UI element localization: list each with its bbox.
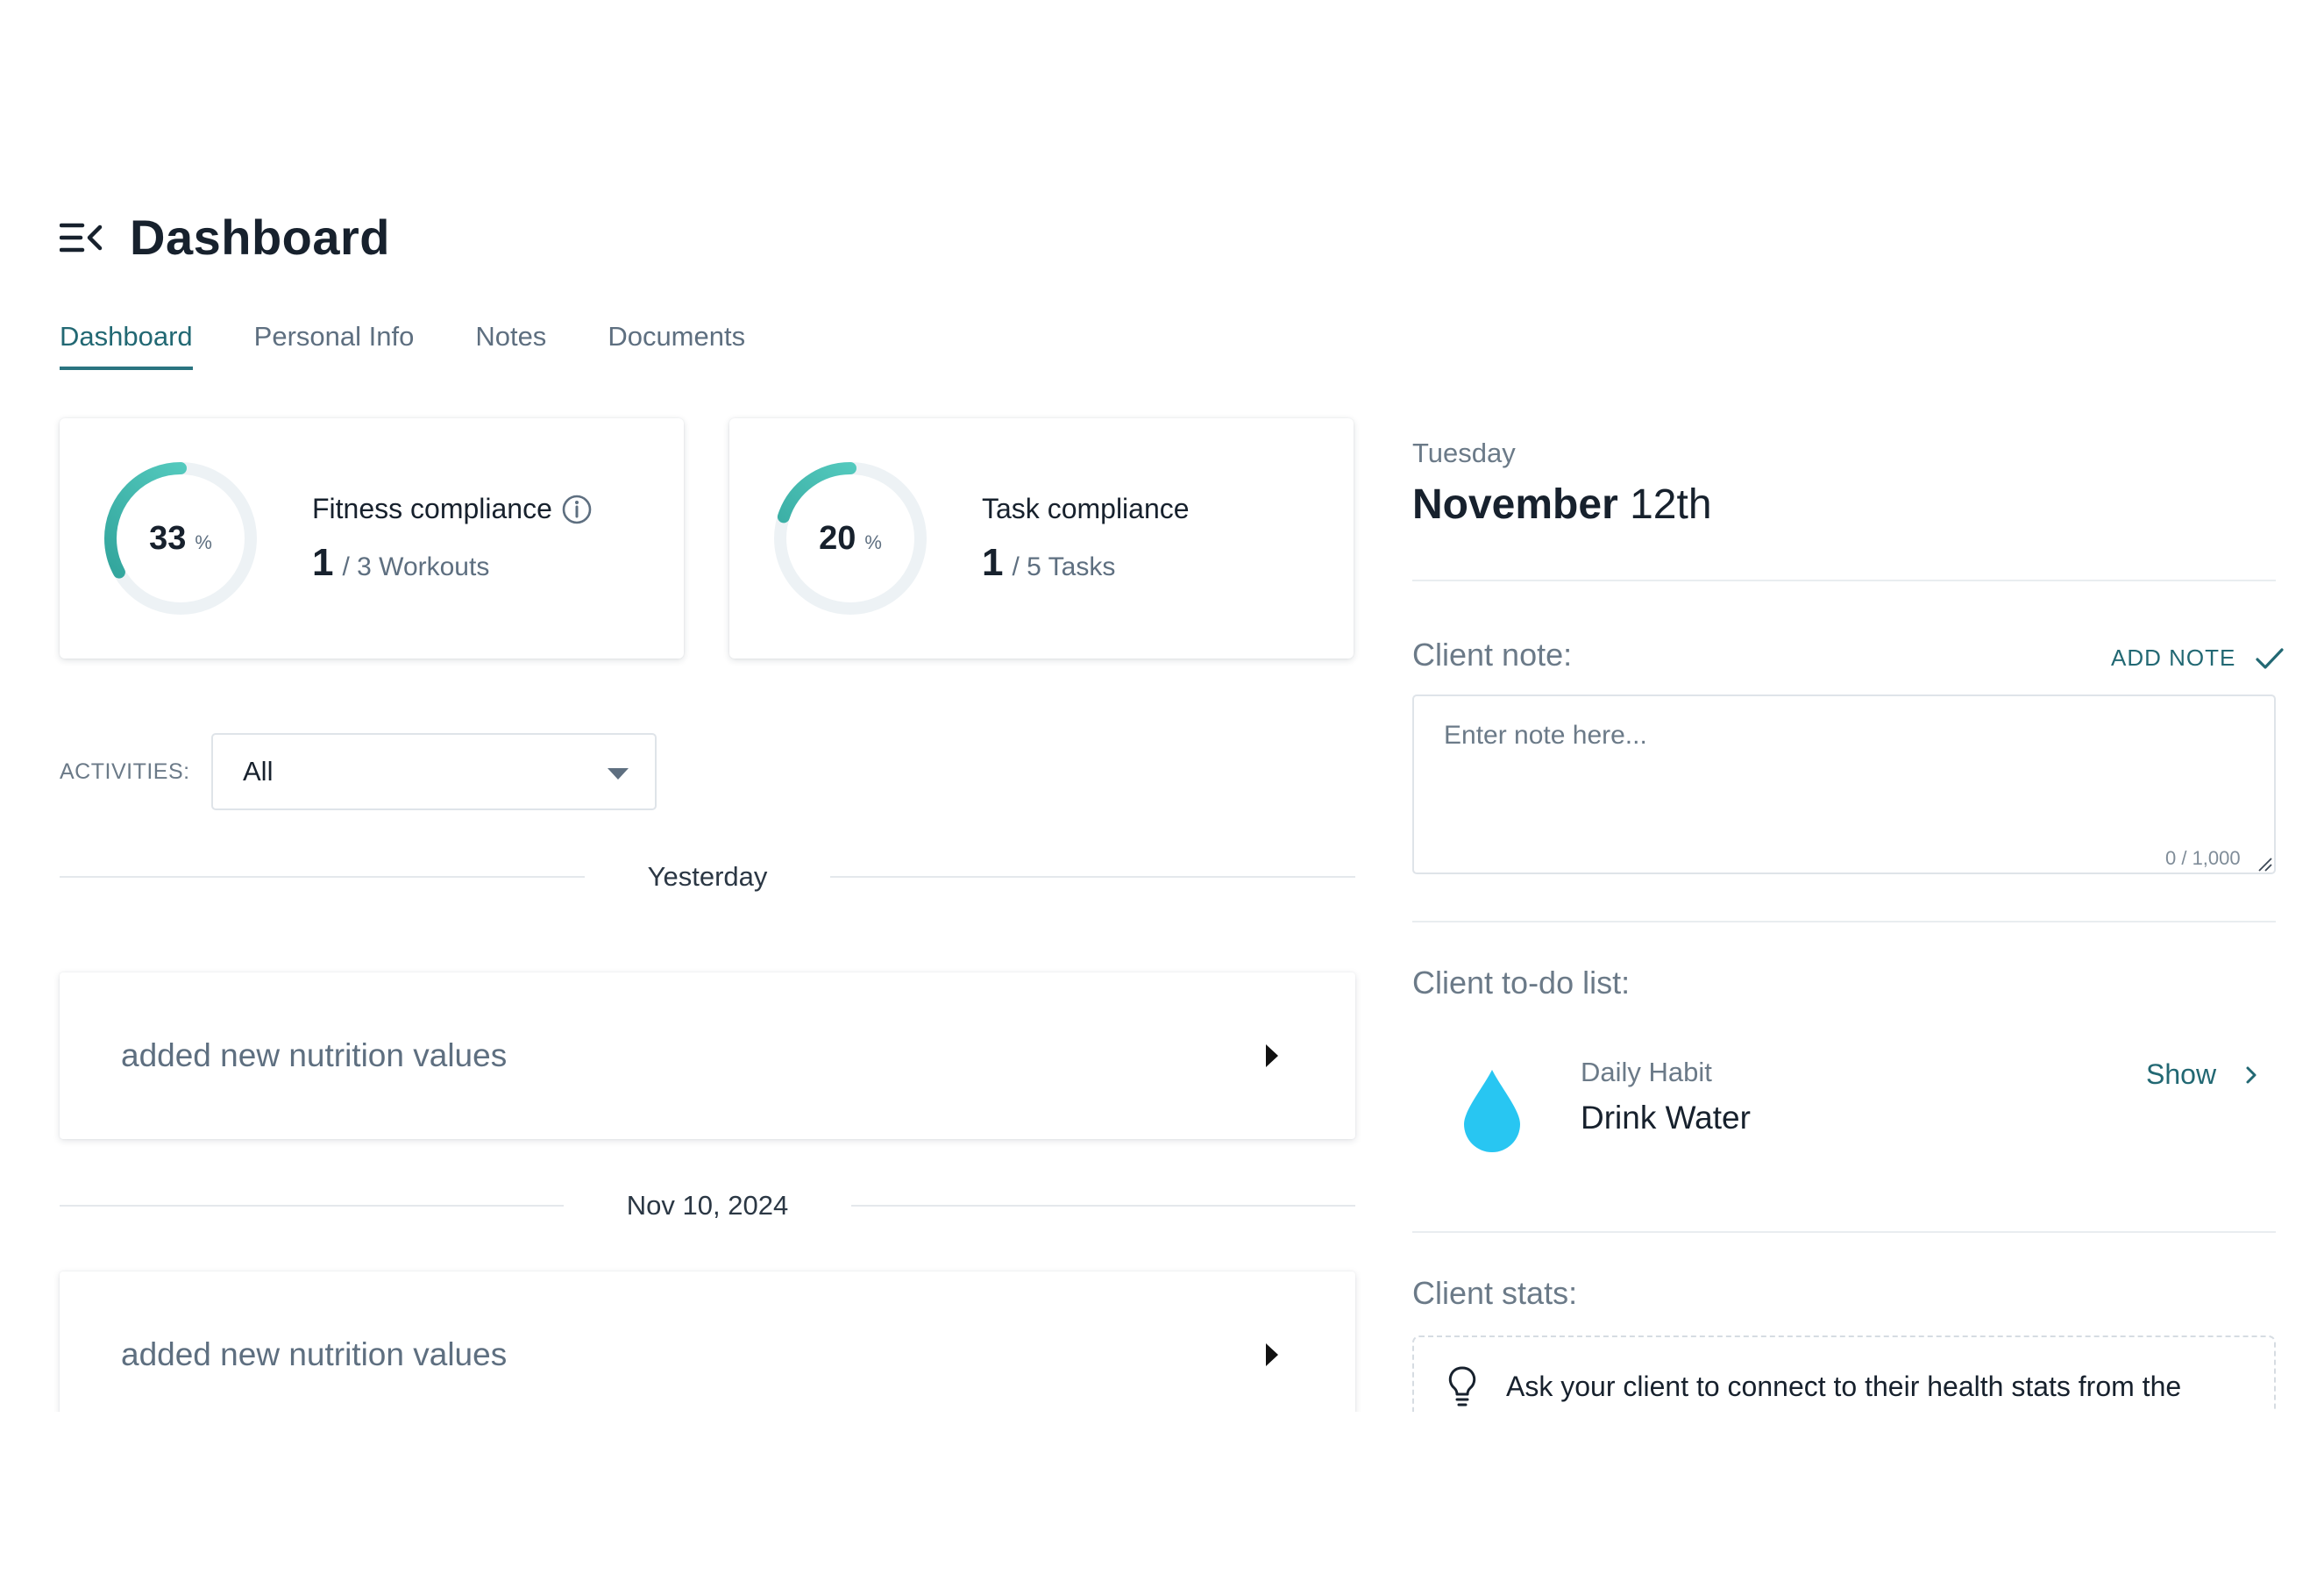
fitness-count-total: / 3 Workouts bbox=[342, 552, 490, 581]
client-note-textarea[interactable] bbox=[1412, 694, 2276, 874]
todo-item-type: Daily Habit bbox=[1581, 1057, 1712, 1087]
dashboard-page: Dashboard Dashboard Personal Info Notes … bbox=[0, 0, 2324, 1412]
show-todo-label: Show bbox=[2146, 1058, 2217, 1090]
activities-select-value: All bbox=[243, 756, 274, 787]
date-separator: Nov 10, 2024 bbox=[60, 1184, 1356, 1228]
divider bbox=[1412, 1231, 2276, 1233]
task-compliance-card: 20 % Task compliance 1 / 5 Tasks bbox=[729, 418, 1354, 659]
fitness-percent-symbol: % bbox=[195, 531, 212, 553]
task-percent-value: 20 bbox=[819, 519, 856, 557]
task-count: 1 / 5 Tasks bbox=[982, 541, 1115, 585]
task-percent-symbol: % bbox=[864, 531, 882, 553]
fitness-percent: 33 % bbox=[102, 459, 259, 617]
expand-arrow-icon[interactable] bbox=[1266, 1343, 1278, 1366]
divider bbox=[1412, 580, 2276, 581]
date-separator: Yesterday bbox=[60, 855, 1356, 899]
tab-documents[interactable]: Documents bbox=[608, 321, 745, 370]
current-weekday: Tuesday bbox=[1412, 438, 1516, 468]
fitness-count: 1 / 3 Workouts bbox=[312, 541, 489, 585]
menu-collapse-icon[interactable] bbox=[60, 220, 103, 255]
caret-down-icon bbox=[608, 768, 629, 780]
fitness-percent-value: 33 bbox=[149, 519, 187, 557]
current-date: November 12th bbox=[1412, 481, 1712, 529]
activities-filter-label: ACTIVITIES: bbox=[60, 759, 190, 784]
tab-personal-info[interactable]: Personal Info bbox=[254, 321, 415, 370]
task-count-done: 1 bbox=[982, 541, 1004, 584]
page-title: Dashboard bbox=[130, 210, 390, 265]
activity-item[interactable]: added new nutrition values bbox=[60, 1271, 1355, 1412]
activity-text: added new nutrition values bbox=[121, 1037, 508, 1073]
check-icon bbox=[2256, 647, 2284, 669]
fitness-compliance-card: 33 % Fitness compliance 1 / 3 Workouts bbox=[60, 418, 684, 659]
client-stats-hint: Ask your client to connect to their heal… bbox=[1506, 1371, 2182, 1402]
task-percent: 20 % bbox=[771, 459, 929, 617]
add-note-button[interactable]: ADD NOTE bbox=[2111, 645, 2285, 672]
client-note-label: Client note: bbox=[1412, 637, 1573, 673]
tab-notes[interactable]: Notes bbox=[475, 321, 546, 370]
tab-dashboard[interactable]: Dashboard bbox=[60, 321, 193, 370]
activities-select[interactable]: All bbox=[211, 733, 657, 810]
activity-text: added new nutrition values bbox=[121, 1336, 508, 1372]
activity-item[interactable]: added new nutrition values bbox=[60, 972, 1355, 1139]
divider bbox=[1412, 921, 2276, 922]
fitness-count-done: 1 bbox=[312, 541, 334, 584]
date-separator-label: Yesterday bbox=[647, 861, 768, 892]
task-count-total: / 5 Tasks bbox=[1012, 552, 1116, 581]
current-date-month: November bbox=[1412, 481, 1618, 528]
tab-bar: Dashboard Personal Info Notes Documents bbox=[60, 321, 807, 370]
task-compliance-label: Task compliance bbox=[982, 493, 1190, 524]
expand-arrow-icon[interactable] bbox=[1266, 1044, 1278, 1067]
client-todo-label: Client to-do list: bbox=[1412, 965, 1631, 1001]
note-char-count: 0 / 1,000 bbox=[2165, 847, 2241, 869]
water-drop-icon bbox=[1464, 1070, 1520, 1152]
show-todo-button[interactable]: Show bbox=[2146, 1058, 2260, 1091]
fitness-compliance-label: Fitness compliance bbox=[312, 493, 552, 524]
fitness-compliance-title: Fitness compliance bbox=[312, 493, 593, 525]
resize-handle-icon[interactable] bbox=[2256, 856, 2272, 872]
info-icon[interactable] bbox=[561, 494, 593, 525]
add-note-label: ADD NOTE bbox=[2111, 645, 2236, 671]
task-compliance-title: Task compliance bbox=[982, 493, 1190, 525]
chevron-right-icon bbox=[2246, 1066, 2256, 1083]
current-date-day: 12th bbox=[1630, 481, 1712, 528]
todo-item-name: Drink Water bbox=[1581, 1100, 1751, 1136]
client-stats-label: Client stats: bbox=[1412, 1275, 1578, 1311]
page-header: Dashboard bbox=[60, 209, 390, 266]
date-separator-label: Nov 10, 2024 bbox=[626, 1190, 789, 1221]
lightbulb-icon bbox=[1448, 1366, 1476, 1407]
